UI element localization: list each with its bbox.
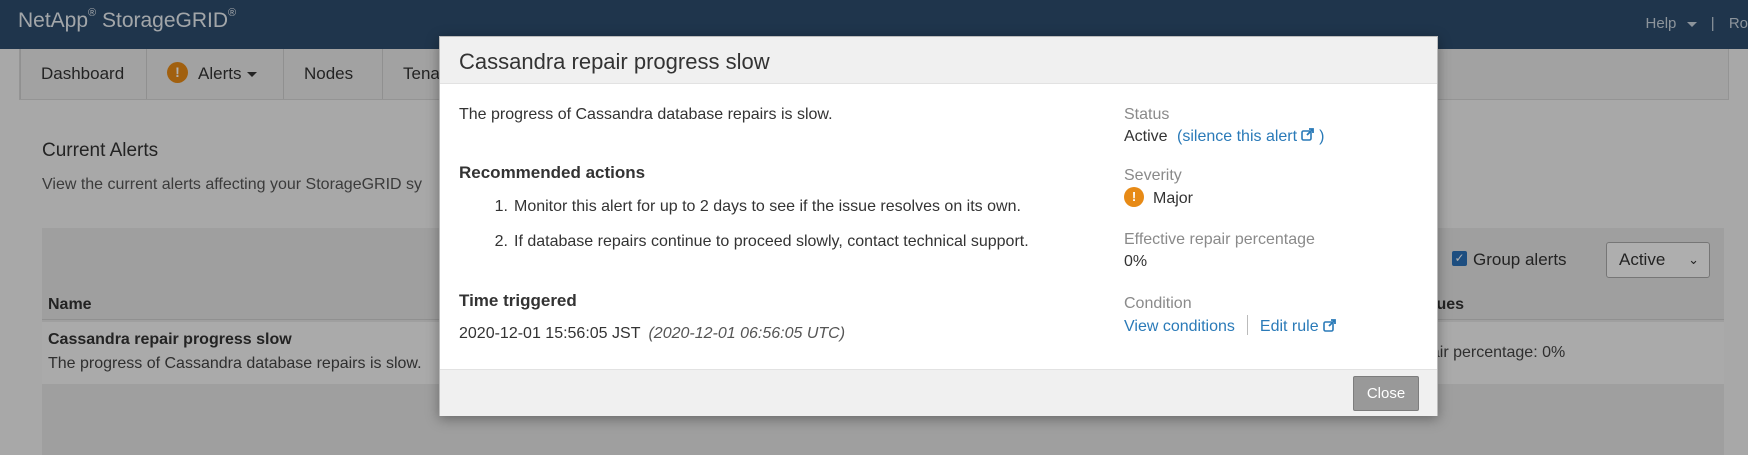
severity-label: Severity (1124, 167, 1182, 184)
status-label: Status (1124, 106, 1170, 123)
metric-value: 0% (1124, 253, 1148, 270)
edit-rule-link[interactable]: Edit rule (1260, 318, 1319, 335)
status-value: Active (1124, 128, 1168, 145)
warning-icon: ! (1124, 187, 1144, 207)
view-conditions-link[interactable]: View conditions (1124, 318, 1235, 335)
status-value-row: Active (silence this alert) (1124, 128, 1325, 145)
external-link-icon[interactable] (1322, 318, 1336, 332)
severity-value: Major (1153, 190, 1194, 208)
dialog-title: Cassandra repair progress slow (459, 49, 770, 74)
list-item: 1. Monitor this alert for up to 2 days to… (494, 198, 1021, 215)
condition-label: Condition (1124, 295, 1192, 312)
metric-label: Effective repair percentage (1124, 231, 1315, 248)
severity-value-row: ! Major (1124, 187, 1194, 209)
alert-details-dialog: Cassandra repair progress slow The progr… (439, 36, 1438, 416)
list-item: 2. If database repairs continue to procee… (494, 233, 1029, 250)
time-triggered-heading: Time triggered (459, 291, 577, 310)
silence-alert-link[interactable]: silence this alert (1182, 128, 1297, 145)
external-link-icon[interactable] (1301, 128, 1314, 142)
condition-links: View conditions Edit rule (1124, 315, 1336, 337)
recommended-actions-heading: Recommended actions (459, 163, 646, 182)
close-button[interactable]: Close (1353, 376, 1419, 411)
alert-description: The progress of Cassandra database repai… (459, 106, 833, 123)
divider (1246, 315, 1248, 335)
dialog-header: Cassandra repair progress slow (440, 37, 1437, 84)
time-triggered-value: 2020-12-01 15:56:05 JST (2020-12-01 06:56… (459, 325, 846, 342)
dialog-footer: Close (440, 369, 1437, 416)
